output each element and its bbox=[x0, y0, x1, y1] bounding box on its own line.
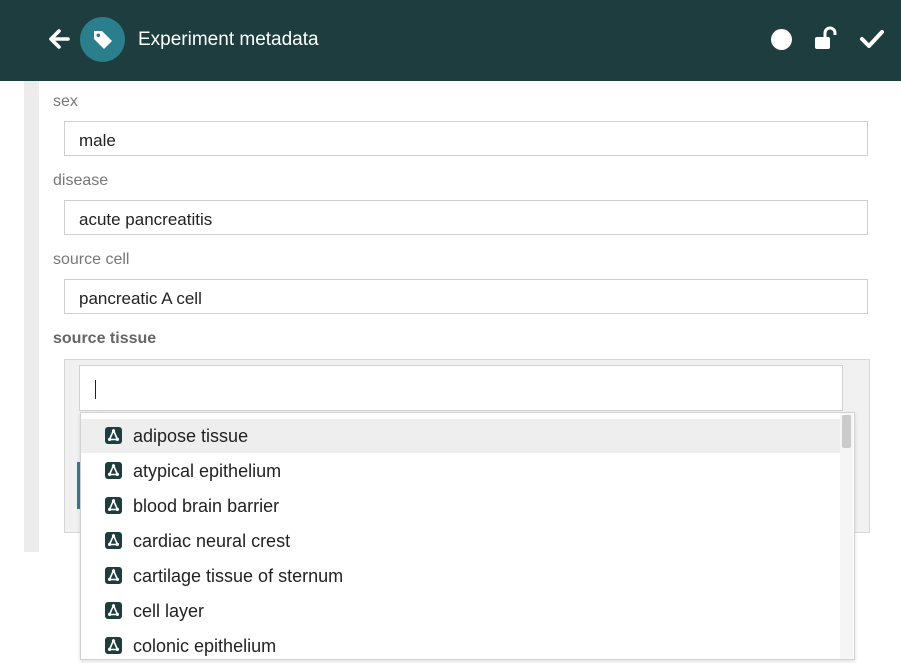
dropdown-scrollbar[interactable] bbox=[840, 413, 853, 659]
dropdown-item[interactable]: atypical epithelium bbox=[81, 454, 841, 488]
check-icon[interactable] bbox=[860, 29, 884, 49]
dropdown-item-label: atypical epithelium bbox=[133, 461, 282, 481]
sex-field[interactable]: male bbox=[64, 121, 868, 156]
left-gutter bbox=[24, 81, 39, 552]
dropdown-item[interactable]: cell layer bbox=[81, 594, 841, 628]
disease-field[interactable]: acute pancreatitis bbox=[64, 200, 868, 235]
ontology-term-icon bbox=[105, 497, 122, 514]
source-cell-value: pancreatic A cell bbox=[79, 289, 202, 308]
dropdown-item-label: cell layer bbox=[133, 601, 205, 621]
sex-value: male bbox=[79, 131, 116, 150]
dropdown-item[interactable]: cartilage tissue of sternum bbox=[81, 559, 841, 593]
ontology-term-icon bbox=[105, 637, 122, 654]
ontology-term-icon bbox=[105, 462, 122, 479]
page-title: Experiment metadata bbox=[138, 29, 319, 50]
dropdown-item-label: blood brain barrier bbox=[133, 496, 280, 516]
tag-badge bbox=[80, 17, 125, 62]
ontology-term-icon bbox=[105, 532, 122, 549]
source-cell-field[interactable]: pancreatic A cell bbox=[64, 279, 868, 314]
text-caret bbox=[95, 380, 96, 399]
source-cell-label: source cell bbox=[53, 251, 130, 268]
back-arrow-icon[interactable] bbox=[48, 28, 70, 50]
dropdown-item-label: adipose tissue bbox=[133, 426, 249, 446]
ontology-term-icon bbox=[105, 567, 122, 584]
sex-label: sex bbox=[53, 93, 78, 110]
dropdown-item[interactable]: blood brain barrier bbox=[81, 489, 841, 523]
ontology-term-icon bbox=[105, 602, 122, 619]
dropdown-item-label: cardiac neural crest bbox=[133, 531, 291, 551]
unlock-icon[interactable] bbox=[812, 26, 840, 52]
dropdown-item[interactable]: colonic epithelium bbox=[81, 629, 841, 659]
disease-label: disease bbox=[53, 172, 109, 189]
source-tissue-label: source tissue bbox=[53, 330, 157, 347]
autocomplete-dropdown: adipose tissue atypical epithelium blood… bbox=[80, 412, 855, 660]
tag-icon bbox=[94, 31, 112, 49]
disease-value: acute pancreatitis bbox=[79, 210, 213, 229]
app-header: Experiment metadata bbox=[0, 0, 901, 81]
scrollbar-thumb[interactable] bbox=[842, 415, 851, 448]
dropdown-item-label: cartilage tissue of sternum bbox=[133, 566, 344, 586]
dropdown-item[interactable]: cardiac neural crest bbox=[81, 524, 841, 558]
source-tissue-input[interactable] bbox=[79, 365, 843, 411]
ontology-term-icon bbox=[105, 427, 122, 444]
dropdown-item-label: colonic epithelium bbox=[133, 636, 277, 656]
dropdown-item[interactable]: adipose tissue bbox=[81, 419, 841, 453]
status-dot-icon[interactable] bbox=[771, 29, 792, 50]
